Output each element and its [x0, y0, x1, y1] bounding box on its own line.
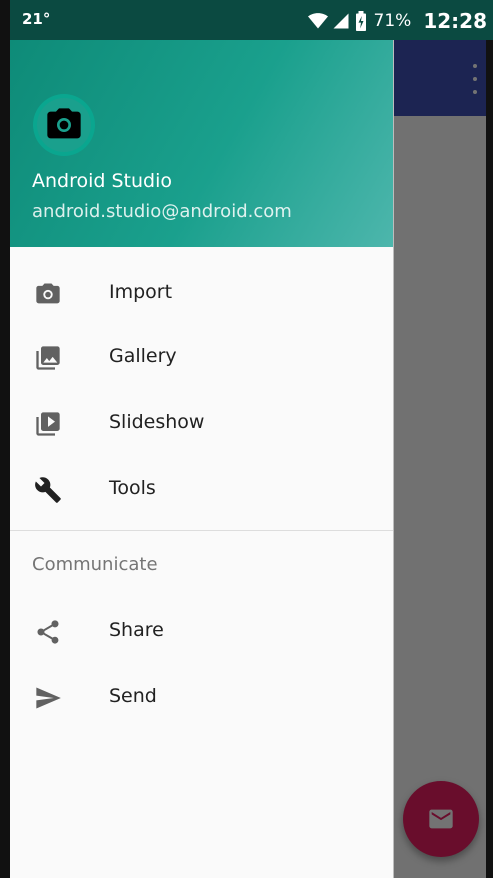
wifi-icon [307, 13, 328, 29]
share-icon [37, 620, 59, 644]
signal-icon [333, 13, 349, 29]
menu-item-share[interactable]: Share [10, 598, 393, 662]
navigation-drawer: Android Studio android.studio@android.co… [10, 40, 394, 878]
menu-item-send[interactable]: Send [10, 664, 393, 728]
frame-edge-right [486, 0, 493, 878]
slideshow-icon [36, 412, 60, 436]
status-temperature: 21° [22, 10, 51, 28]
section-title-communicate: Communicate [32, 554, 158, 575]
menu-item-label: Import [109, 281, 173, 303]
frame-edge-left [0, 0, 10, 878]
wrench-icon [35, 477, 61, 503]
user-email: android.studio@android.com [32, 201, 292, 222]
send-icon [36, 687, 61, 709]
status-icons: 71% 12:28 [307, 8, 487, 34]
gallery-icon [36, 346, 60, 370]
menu-item-label: Send [109, 685, 157, 707]
status-time: 12:28 [423, 9, 487, 33]
menu-item-import[interactable]: Import [10, 260, 393, 324]
menu-item-label: Share [109, 619, 164, 641]
battery-icon [355, 11, 366, 31]
camera-icon [47, 108, 81, 139]
menu-item-label: Slideshow [109, 411, 205, 433]
menu-item-gallery[interactable]: Gallery [10, 324, 393, 388]
menu-item-label: Gallery [109, 345, 177, 367]
menu-item-tools[interactable]: Tools [10, 456, 393, 520]
user-name: Android Studio [32, 170, 173, 192]
menu-item-slideshow[interactable]: Slideshow [10, 390, 393, 454]
avatar[interactable] [33, 94, 95, 156]
menu-item-label: Tools [109, 477, 156, 499]
battery-percent: 71% [373, 11, 412, 31]
status-bar: 21° 71% 12:28 [10, 0, 493, 40]
drawer-header: Android Studio android.studio@android.co… [10, 40, 393, 247]
camera-icon [36, 283, 60, 304]
divider [10, 530, 393, 531]
